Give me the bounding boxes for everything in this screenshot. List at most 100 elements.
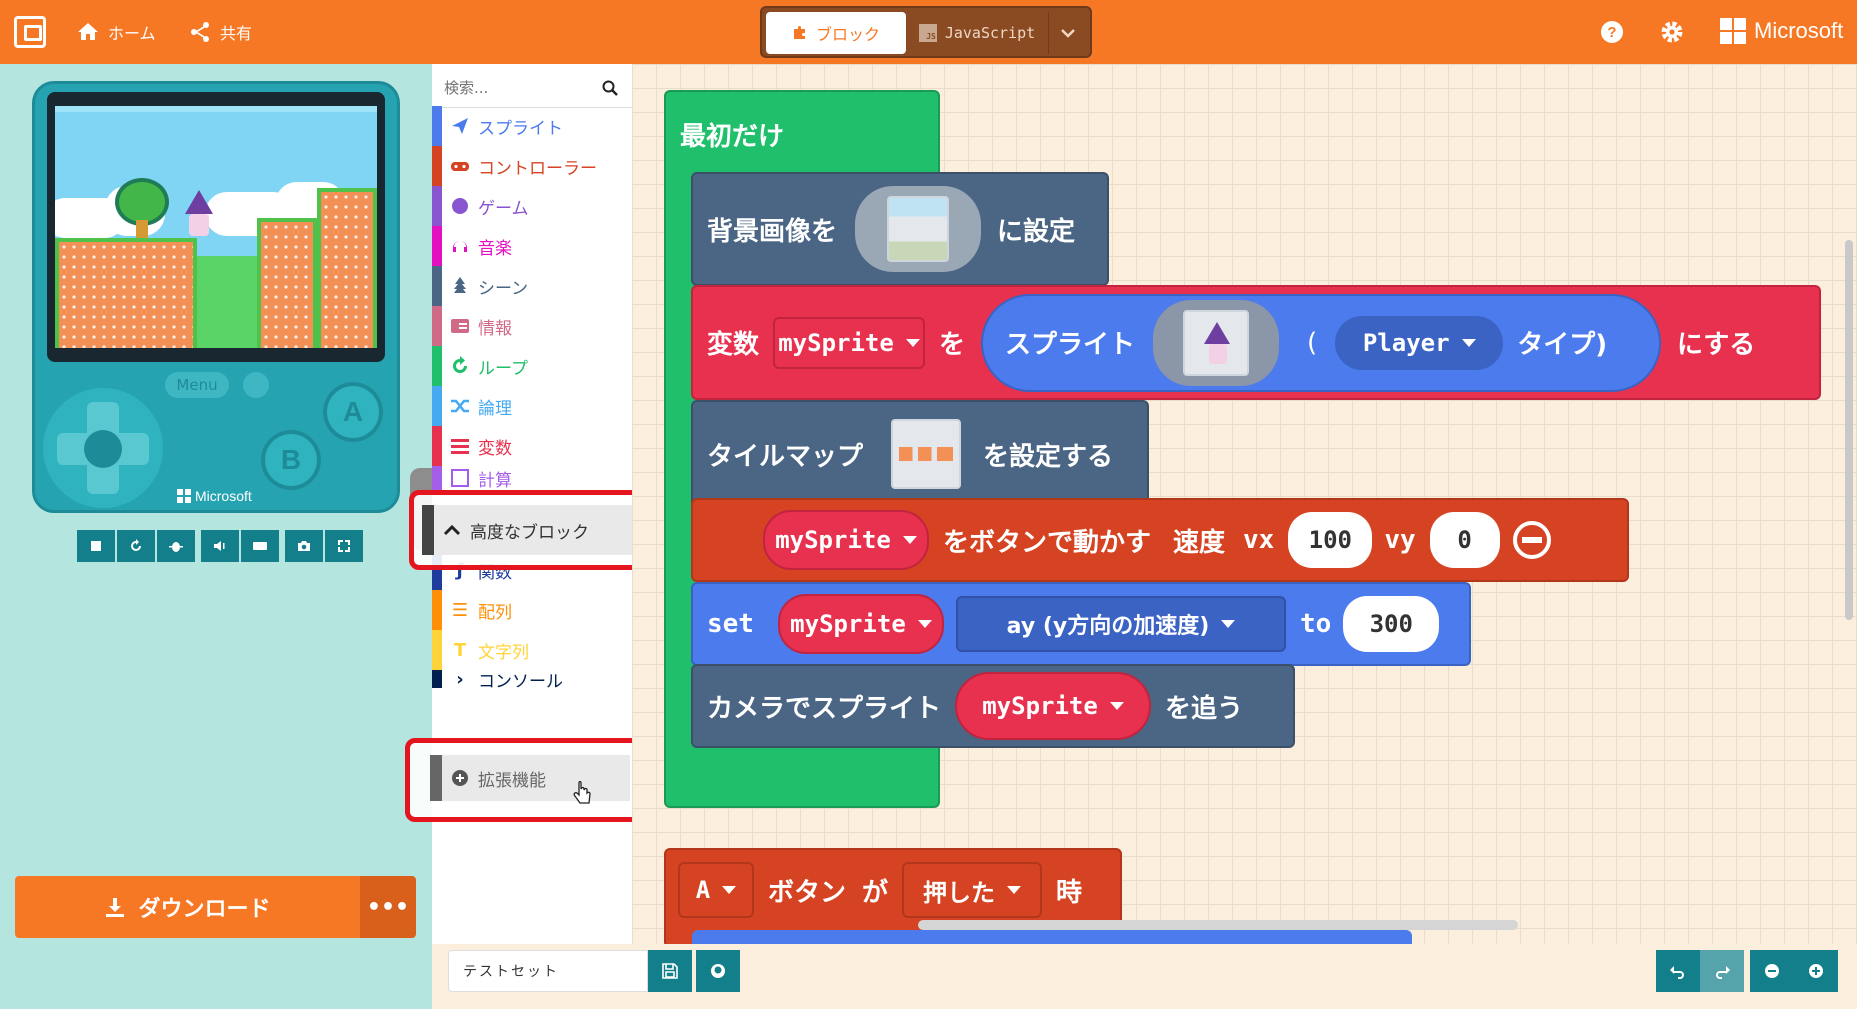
move-sprite-dropdown[interactable]: mySprite (763, 510, 929, 570)
camera-sprite-name: mySprite (982, 692, 1098, 720)
mute-button[interactable] (201, 530, 239, 562)
chevron-down-icon (1060, 29, 1075, 38)
set-bg-label: 背景画像を (707, 216, 838, 247)
set-acceleration-block[interactable]: set mySprite ay (y方向の加速度) to 300 (691, 582, 1471, 666)
ground-left (55, 238, 197, 348)
category-0[interactable]: スプライト (432, 106, 632, 146)
dropdown-arrow-icon (905, 338, 920, 347)
create-sprite-block[interactable]: スプライト ( Player タイプ) (981, 293, 1662, 392)
tilemap-picker[interactable] (891, 419, 962, 489)
minus-circle-icon[interactable] (1512, 520, 1552, 560)
set-background-block[interactable]: 背景画像を に設定 (691, 172, 1109, 286)
ground-right-high (317, 188, 377, 348)
tree-trunk (136, 220, 148, 240)
button-action-dropdown[interactable]: 押した (902, 862, 1043, 918)
category-label: 論理 (478, 398, 512, 419)
vy-value: 0 (1457, 526, 1472, 554)
redo-button[interactable] (1700, 950, 1744, 992)
settings-button[interactable] (1658, 18, 1686, 46)
arcade-logo-icon[interactable] (14, 16, 46, 48)
screenshot-button[interactable] (285, 530, 323, 562)
fullscreen-button[interactable] (325, 530, 363, 562)
category-8[interactable]: 変数 (432, 426, 632, 466)
help-button[interactable]: ? (1598, 18, 1626, 46)
advanced-category-4[interactable]: › コンソール (432, 670, 632, 688)
debug-button[interactable] (157, 530, 195, 562)
horizontal-scrollbar[interactable] (918, 920, 1518, 930)
ay-input[interactable]: 300 (1343, 596, 1440, 652)
project-name-input[interactable] (448, 950, 648, 992)
background-image-picker[interactable] (855, 186, 982, 272)
undo-button[interactable] (1656, 950, 1700, 992)
category-label: 計算 (478, 470, 512, 491)
stop-button[interactable] (77, 530, 115, 562)
ground-right-low (257, 218, 317, 348)
github-button[interactable] (696, 950, 740, 992)
category-5[interactable]: 情報 (432, 306, 632, 346)
to-label: to (1299, 609, 1332, 639)
more-icon: ••• (366, 894, 410, 920)
microsoft-logo[interactable]: Microsoft (1720, 18, 1843, 44)
dropdown-arrow-icon (917, 620, 932, 628)
extensions-button[interactable]: 拡張機能 (430, 755, 630, 801)
category-7[interactable]: 論理 (432, 386, 632, 426)
search-input[interactable] (444, 74, 594, 102)
sprite-image-picker[interactable] (1153, 299, 1280, 386)
simulator-toolbar (77, 530, 363, 562)
category-label: シーン (478, 278, 529, 299)
variable-name: mySprite (778, 328, 894, 357)
variable-dropdown[interactable]: mySprite (773, 316, 926, 369)
zoom-in-button[interactable] (1794, 950, 1838, 992)
set-tilemap-block[interactable]: タイルマップ を設定する (691, 400, 1149, 508)
camera-sprite-dropdown[interactable]: mySprite (955, 672, 1152, 740)
restart-button[interactable] (117, 530, 155, 562)
category-4[interactable]: シーン (432, 266, 632, 306)
headphones-icon (453, 241, 467, 252)
category-3[interactable]: 音楽 (432, 226, 632, 266)
nisuru-label: にする (1677, 330, 1756, 360)
advanced-blocks-toggle[interactable]: 高度なブロック (422, 505, 640, 555)
search-icon[interactable] (602, 80, 618, 96)
category-9[interactable]: 計算 (432, 466, 632, 490)
dpad[interactable] (43, 388, 163, 508)
accel-sprite-dropdown[interactable]: mySprite (777, 594, 944, 654)
set-variable-block[interactable]: 変数 mySprite を スプライト ( Player タイプ) にする (691, 285, 1821, 400)
keyboard-button[interactable] (241, 530, 279, 562)
vx-input[interactable]: 100 (1288, 512, 1373, 568)
save-button[interactable] (648, 950, 692, 992)
property-dropdown[interactable]: ay (y方向の加速度) (955, 596, 1286, 652)
kind-dropdown[interactable]: Player (1335, 315, 1504, 370)
blocks-workspace[interactable]: 最初だけ 背景画像を に設定 変数 mySprite を スプライト ( Pla… (632, 64, 1857, 944)
category-label: コンソール (478, 671, 563, 689)
kind-suffix: タイプ) (1517, 330, 1608, 360)
move-with-buttons-block[interactable]: mySprite をボタンで動かす 速度 vx 100 vy 0 (691, 498, 1629, 582)
vertical-scrollbar[interactable] (1845, 240, 1853, 620)
share-button[interactable]: 共有 (188, 19, 252, 45)
kind-name: Player (1362, 328, 1450, 357)
property-name: ay (y方向の加速度) (1006, 614, 1210, 639)
javascript-tab[interactable]: JS JavaScript (912, 12, 1042, 54)
b-button[interactable]: B (261, 430, 321, 490)
category-6[interactable]: ループ (432, 346, 632, 386)
advanced-category-3[interactable]: T 文字列 (432, 630, 632, 670)
category-label: 配列 (478, 602, 512, 623)
menu-button[interactable]: Menu (165, 372, 229, 398)
download-more-button[interactable]: ••• (360, 876, 416, 938)
language-dropdown[interactable] (1048, 12, 1086, 54)
zoom-out-button[interactable] (1750, 950, 1794, 992)
restart-icon[interactable] (243, 372, 269, 398)
simulator-screen[interactable] (47, 92, 385, 362)
category-2[interactable]: ゲーム (432, 186, 632, 226)
camera-follow-block[interactable]: カメラでスプライト mySprite を追う (691, 664, 1295, 748)
button-key-dropdown[interactable]: A (678, 862, 754, 918)
advanced-category-2[interactable]: ☰ 配列 (432, 590, 632, 630)
home-button[interactable]: ホーム (76, 19, 156, 45)
download-button[interactable]: ダウンロード (15, 876, 360, 938)
a-button[interactable]: A (323, 382, 383, 442)
category-1[interactable]: コントローラー (432, 146, 632, 186)
tilemap-thumbnail (899, 447, 954, 461)
vy-input[interactable]: 0 (1429, 512, 1500, 568)
blocks-tab[interactable]: ブロック (766, 12, 906, 54)
sprite-thumbnail (1183, 309, 1250, 376)
category-label: 文字列 (478, 642, 529, 663)
